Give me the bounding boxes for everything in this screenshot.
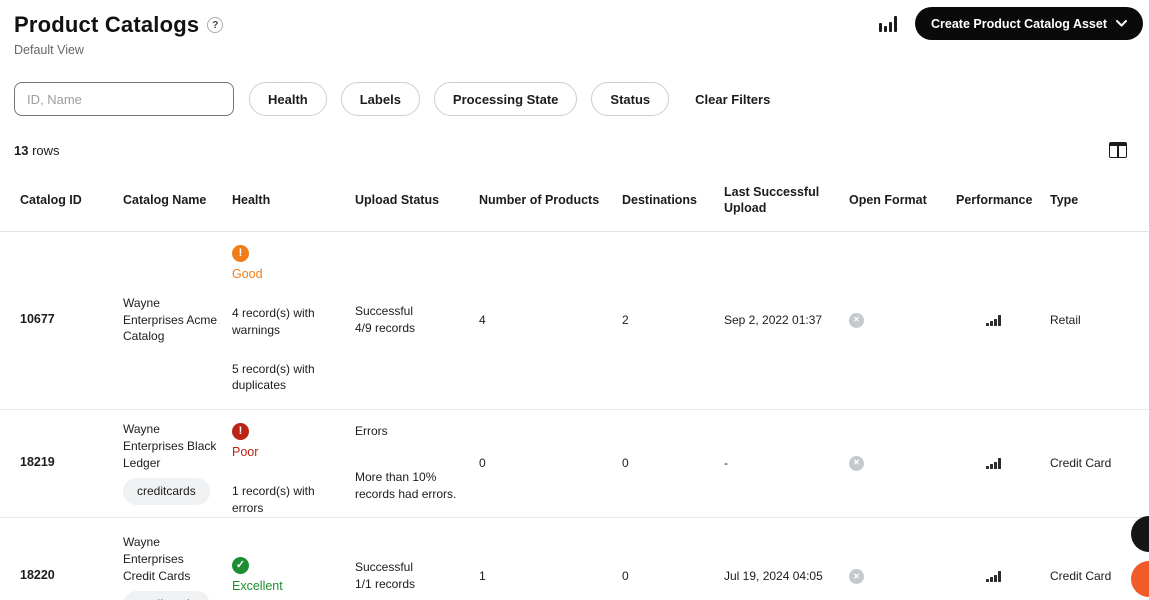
table-header-row: Catalog ID Catalog Name Health Upload Statu… [0, 178, 1149, 232]
upload-status-cell: Successful 4/9 records [355, 232, 479, 409]
last-successful-upload-cell: - [724, 455, 728, 470]
row-count: 13 rows [14, 143, 60, 158]
health-note: 5 record(s) with duplicates [232, 361, 315, 393]
upload-status: Successful [355, 304, 414, 319]
upload-records: 4/9 records [355, 321, 416, 335]
destinations-cell: 0 [622, 455, 629, 470]
open-format-cell: ✕ [849, 410, 956, 517]
catalog-id-cell: 18219 [20, 455, 55, 470]
column-header-type[interactable]: Type [1050, 178, 1149, 231]
column-header-open-format[interactable]: Open Format [849, 178, 956, 231]
upload-note: More than 10% records had errors. [355, 470, 457, 502]
filter-pill-status[interactable]: Status [591, 82, 670, 116]
label-tag-pill[interactable]: creditcards [123, 478, 210, 506]
insights-chart-icon[interactable] [879, 14, 898, 34]
open-format-cell: ✕ [849, 518, 956, 600]
product-catalogs-page: Product Catalogs ? Default View Create P… [0, 0, 1149, 600]
column-header-health[interactable]: Health [232, 178, 355, 231]
last-successful-upload-cell: Sep 2, 2022 01:37 [724, 312, 823, 327]
column-header-catalog-id[interactable]: Catalog ID [20, 178, 123, 231]
create-product-catalog-asset-button[interactable]: Create Product Catalog Asset [915, 7, 1143, 40]
filter-pill-processing-state[interactable]: Processing State [433, 82, 578, 116]
performance-cell [956, 410, 1050, 517]
catalog-name-cell: Wayne Enterprises Acme Catalog [123, 295, 218, 344]
catalog-name-cell: Wayne Enterprises Black Ledger creditcar… [123, 410, 232, 517]
upload-status: Successful [355, 560, 414, 575]
column-header-last-successful-upload[interactable]: Last Successful Upload [724, 178, 849, 231]
health-status-icon: ! [232, 244, 249, 262]
view-subtitle: Default View [14, 43, 84, 57]
performance-bars-icon[interactable] [986, 314, 1001, 326]
table-row[interactable]: 10677 Wayne Enterprises Acme Catalog ! G… [0, 232, 1149, 410]
upload-status: Errors [355, 423, 388, 438]
performance-bars-icon[interactable] [986, 570, 1001, 582]
destinations-cell: 2 [622, 312, 629, 327]
column-header-performance[interactable]: Performance [956, 178, 1050, 231]
column-header-catalog-name[interactable]: Catalog Name [123, 178, 232, 231]
label-tag-pill[interactable]: creditcards [123, 591, 210, 600]
health-status-label: Excellent [232, 578, 283, 593]
type-cell: Credit Card [1050, 455, 1112, 470]
filter-pill-health[interactable]: Health [249, 82, 327, 116]
search-input[interactable] [14, 82, 234, 116]
not-available-icon: ✕ [849, 312, 864, 328]
number-of-products-cell: 4 [479, 312, 486, 327]
destinations-cell: 0 [622, 568, 629, 583]
column-header-destinations[interactable]: Destinations [622, 178, 724, 231]
count-line: 13 rows [14, 142, 1135, 158]
health-status-icon: ! [232, 422, 249, 440]
health-note: 1 record(s) with errors [232, 484, 315, 515]
catalog-id-cell: 18220 [20, 568, 55, 583]
health-status-label: Poor [232, 444, 259, 459]
page-header: Product Catalogs ? Default View Create P… [0, 0, 1149, 62]
chevron-down-icon [1116, 20, 1127, 27]
number-of-products-cell: 1 [479, 568, 486, 583]
not-available-icon: ✕ [849, 568, 864, 584]
catalog-id-cell: 10677 [20, 312, 55, 327]
upload-status-cell: Errors More than 10% records had errors. [355, 410, 479, 517]
open-format-cell: ✕ [849, 232, 956, 409]
table-row[interactable]: 18220 Wayne Enterprises Credit Cards cre… [0, 518, 1149, 600]
type-cell: Retail [1050, 312, 1081, 327]
last-successful-upload-cell: Jul 19, 2024 04:05 [724, 568, 823, 583]
column-settings-icon[interactable] [1109, 142, 1127, 158]
health-status-icon: ✓ [232, 556, 249, 574]
filter-pills: Health Labels Processing State Status [249, 82, 670, 116]
health-status-label: Good [232, 266, 263, 281]
page-title: Product Catalogs [14, 12, 200, 37]
performance-cell [956, 518, 1050, 600]
create-button-label: Create Product Catalog Asset [931, 16, 1107, 31]
health-notes: 4 record(s) with warnings 5 record(s) wit… [232, 283, 341, 394]
table-body: 10677 Wayne Enterprises Acme Catalog ! G… [0, 232, 1149, 600]
upload-records: 1/1 records [355, 577, 416, 592]
table-row[interactable]: 18219 Wayne Enterprises Black Ledger cre… [0, 410, 1149, 518]
health-cell: ! Poor 1 record(s) with errors [232, 410, 355, 517]
performance-cell [956, 232, 1050, 409]
column-header-upload-status[interactable]: Upload Status [355, 178, 479, 231]
number-of-products-cell: 0 [479, 455, 486, 470]
health-note: 4 record(s) with warnings [232, 306, 315, 337]
performance-bars-icon[interactable] [986, 457, 1001, 469]
row-count-suffix: rows [32, 142, 60, 158]
health-cell: ! Good 4 record(s) with warnings 5 record… [232, 232, 355, 409]
health-notes: 1 record(s) with errors [232, 461, 341, 517]
upload-status-cell: Successful 1/1 records [355, 518, 479, 600]
filter-bar: Health Labels Processing State Status Clear… [14, 82, 1135, 116]
help-icon[interactable]: ? [207, 17, 224, 33]
not-available-icon: ✕ [849, 455, 864, 471]
row-count-number: 13 [14, 142, 29, 158]
catalog-name-cell: Wayne Enterprises Credit Cards creditcar… [123, 518, 232, 600]
column-header-number-of-products[interactable]: Number of Products [479, 178, 622, 231]
health-cell: ✓ Excellent [232, 518, 355, 600]
filter-pill-labels[interactable]: Labels [340, 82, 420, 116]
clear-filters-button[interactable]: Clear Filters [695, 92, 770, 107]
